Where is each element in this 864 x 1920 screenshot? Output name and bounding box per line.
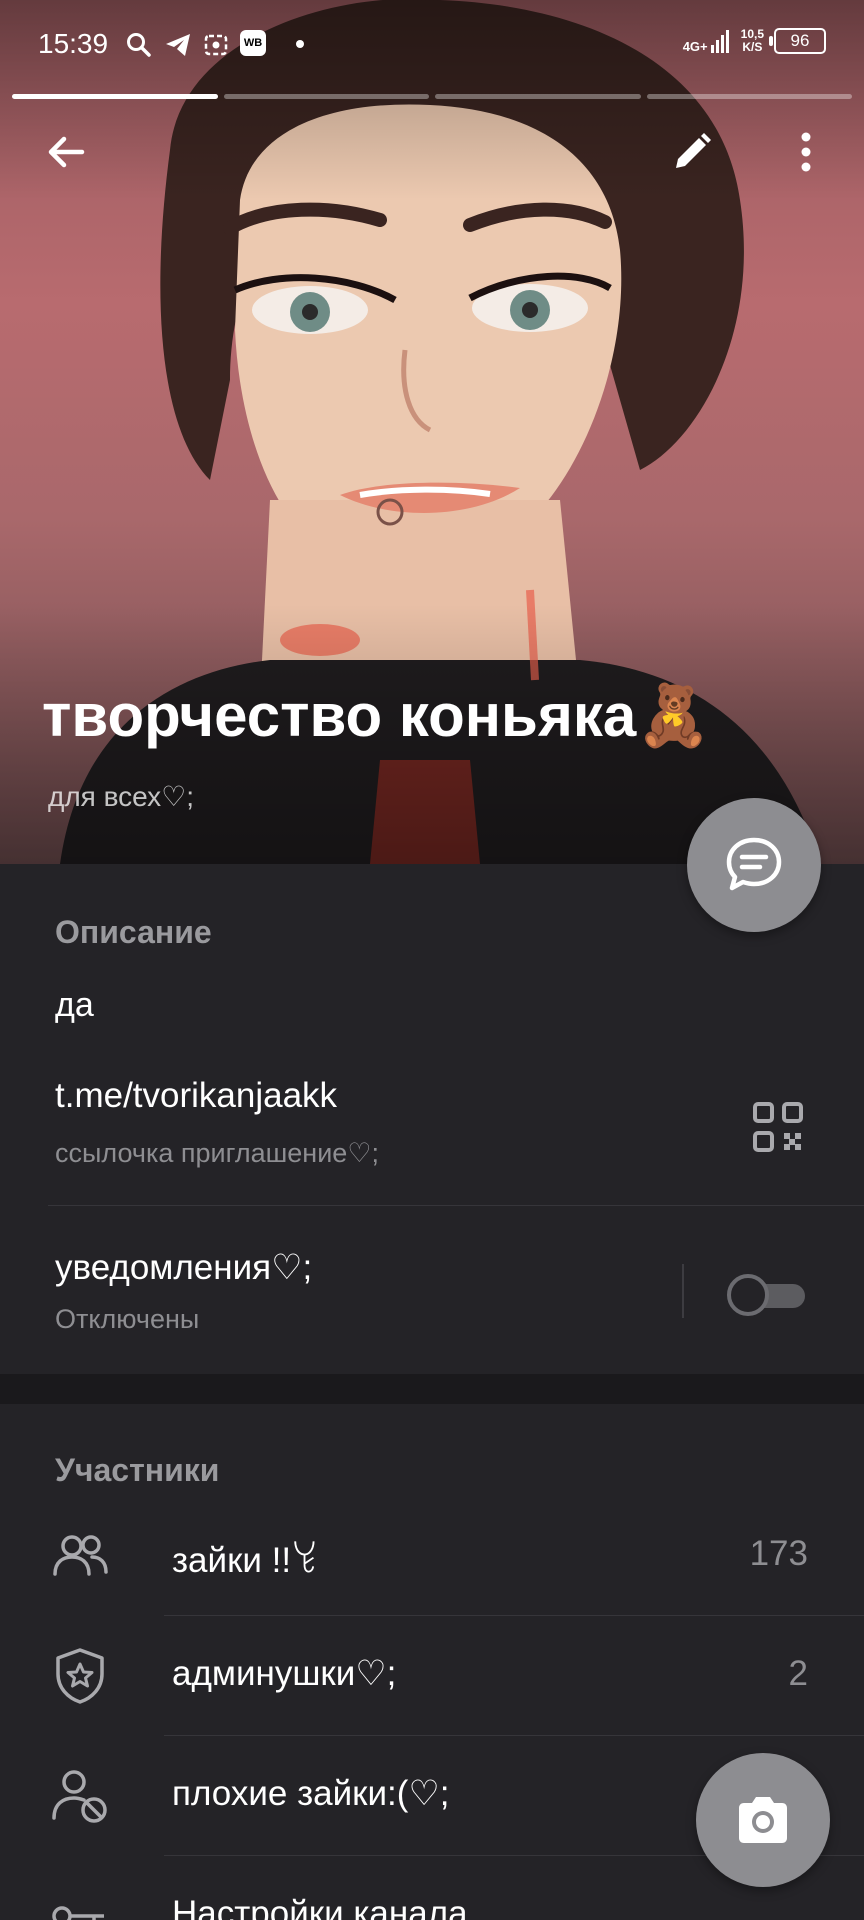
story-progress-segment: [12, 94, 218, 99]
chat-bubble-icon: [726, 837, 782, 891]
row-label: плохие зайки:(♡;: [172, 1774, 450, 1813]
description-text: да: [55, 986, 94, 1024]
notification-dot-icon: [296, 40, 304, 48]
net-speed-unit: K/S: [742, 40, 763, 54]
row-label: админушки♡;: [172, 1654, 397, 1693]
section-gap: [0, 1374, 864, 1404]
notifications-label: уведомления♡;: [55, 1248, 313, 1287]
signal-bars-icon: [710, 30, 729, 53]
banned-user-icon: [52, 1770, 107, 1823]
channel-cover-photo[interactable]: 15:39 WB 4G+ 10,5 K/S 96 творчество конь…: [0, 0, 864, 864]
message-button[interactable]: [687, 798, 821, 932]
wb-icon: WB: [240, 30, 266, 56]
toggle-thumb: [727, 1274, 769, 1316]
telegram-icon: [164, 32, 192, 63]
row-label: зайки !!ꒀ: [172, 1541, 319, 1580]
members-header: Участники: [55, 1452, 220, 1488]
invite-link[interactable]: t.me/tvorikanjaakk: [55, 1076, 337, 1116]
notifications-toggle[interactable]: [727, 1274, 807, 1316]
row-label: Настройки канала: [172, 1894, 468, 1920]
qr-code-button[interactable]: [750, 1099, 806, 1155]
row-count: 2: [788, 1654, 808, 1693]
battery-indicator: 96: [769, 28, 826, 54]
pencil-icon: [676, 133, 711, 168]
more-options-button[interactable]: [776, 122, 836, 182]
camera-icon: [739, 1797, 787, 1843]
story-progress: [12, 94, 852, 99]
camera-button[interactable]: [696, 1753, 830, 1887]
status-time: 15:39: [38, 28, 109, 59]
back-button[interactable]: [36, 122, 96, 182]
settings-key-icon: [52, 1906, 104, 1920]
channel-info-section: Описание да t.me/tvorikanjaakk ссылочка …: [0, 864, 864, 1374]
channel-subtitle: для всех♡;: [48, 781, 195, 812]
vertical-separator: [682, 1264, 684, 1318]
notifications-status: Отключены: [55, 1304, 200, 1334]
members-row-admins[interactable]: админушки♡; 2: [0, 1616, 864, 1736]
invite-link-caption: ссылочка приглашение♡;: [55, 1138, 380, 1168]
story-progress-segment: [223, 94, 429, 99]
search-icon: [126, 32, 152, 63]
channel-title: творчество коньяка🧸: [42, 682, 711, 749]
edit-button[interactable]: [662, 122, 722, 182]
admins-shield-icon: [56, 1648, 104, 1704]
invite-link-row[interactable]: t.me/tvorikanjaakk ссылочка приглашение♡…: [0, 1054, 864, 1194]
members-row-subscribers[interactable]: зайки !!ꒀ 173: [0, 1496, 864, 1616]
members-icon: [53, 1535, 108, 1576]
story-progress-segment: [646, 94, 852, 99]
net-speed: 10,5 K/S: [741, 28, 764, 54]
story-progress-segment: [435, 94, 641, 99]
status-bar: 15:39 WB 4G+ 10,5 K/S 96: [0, 18, 864, 70]
description-header: Описание: [55, 914, 212, 950]
arrow-left-icon: [48, 136, 85, 168]
more-vertical-icon: [801, 132, 811, 172]
screenshot-icon: [204, 34, 228, 61]
qr-code-icon: [753, 1102, 803, 1152]
row-count: 173: [749, 1534, 808, 1573]
signal-indicator: 4G+: [683, 29, 731, 53]
network-type: 4G+: [682, 39, 708, 54]
